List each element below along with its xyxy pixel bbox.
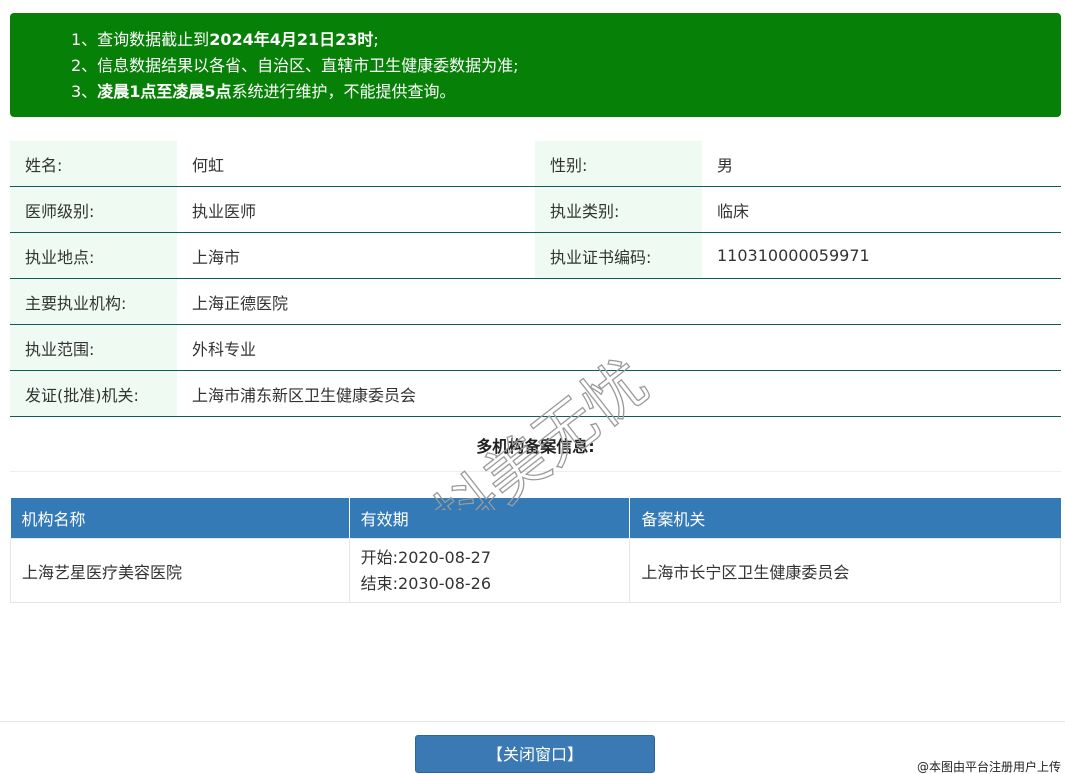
notice-banner: 1、查询数据截止到2024年4月21日23时; 2、信息数据结果以各省、自治区、… — [10, 13, 1061, 117]
validity-start: 开始:2020-08-27 — [360, 547, 492, 567]
notice-line-3: 3、凌晨1点至凌晨5点系统进行维护，不能提供查询。 — [71, 79, 1061, 105]
footer-divider — [0, 721, 1065, 722]
doctor-info-page: 1、查询数据截止到2024年4月21日23时; 2、信息数据结果以各省、自治区、… — [0, 0, 1065, 774]
source-note: @本图由平台注册用户上传 — [916, 760, 1061, 774]
issuer-value: 上海市浦东新区卫生健康委员会 — [177, 370, 1061, 417]
location-value: 上海市 — [177, 232, 535, 279]
category-label: 执业类别: — [535, 186, 702, 233]
orgs-header-row: 机构名称 有效期 备案机关 — [10, 498, 1061, 539]
header-org-name: 机构名称 — [10, 498, 350, 539]
notice-cutoff-date: 2024年4月21日23时 — [209, 30, 374, 49]
gender-label: 性别: — [535, 141, 702, 187]
info-row-org: 主要执业机构: 上海正德医院 — [10, 278, 1061, 325]
issuer-label: 发证(批准)机关: — [10, 370, 177, 417]
info-row-issuer: 发证(批准)机关: 上海市浦东新区卫生健康委员会 — [10, 370, 1061, 417]
org-label: 主要执业机构: — [10, 278, 177, 325]
validity-end: 结束:2030-08-26 — [360, 573, 492, 593]
notice-line-1-suffix: ; — [373, 30, 379, 49]
name-label: 姓名: — [10, 141, 177, 187]
table-row: 上海艺星医疗美容医院 开始:2020-08-27 结束:2030-08-26 上… — [10, 538, 1061, 603]
multi-org-table: 机构名称 有效期 备案机关 上海艺星医疗美容医院 开始:2020-08-27 结… — [10, 498, 1061, 603]
header-validity: 有效期 — [349, 498, 631, 539]
location-label: 执业地点: — [10, 232, 177, 279]
level-label: 医师级别: — [10, 186, 177, 233]
close-window-button[interactable]: 【关闭窗口】 — [415, 735, 655, 773]
org-value: 上海正德医院 — [177, 278, 1061, 325]
info-row-location: 执业地点: 上海市 执业证书编码: 110310000059971 — [10, 232, 1061, 279]
info-row-scope: 执业范围: 外科专业 — [10, 324, 1061, 371]
level-value: 执业医师 — [177, 186, 535, 233]
header-authority: 备案机关 — [629, 498, 1061, 539]
notice-line-2: 2、信息数据结果以各省、自治区、直辖市卫生健康委数据为准; — [71, 56, 519, 75]
notice-line-3-prefix: 3、 — [71, 82, 98, 101]
notice-maintenance-hours: 凌晨1点至凌晨5点 — [97, 82, 232, 101]
gender-value: 男 — [702, 141, 1061, 187]
multi-org-title: 多机构备案信息: — [10, 423, 1061, 472]
category-value: 临床 — [702, 186, 1061, 233]
authority-cell: 上海市长宁区卫生健康委员会 — [629, 538, 1061, 603]
cert-label: 执业证书编码: — [535, 232, 702, 279]
org-name-cell: 上海艺星医疗美容医院 — [10, 538, 350, 603]
cert-value: 110310000059971 — [702, 232, 1061, 279]
scope-label: 执业范围: — [10, 324, 177, 371]
info-row-level: 医师级别: 执业医师 执业类别: 临床 — [10, 186, 1061, 233]
scope-value: 外科专业 — [177, 324, 1061, 371]
name-value: 何虹 — [177, 141, 535, 187]
notice-line-1-prefix: 1、查询数据截止到 — [71, 30, 210, 49]
notice-line-3-suffix: 系统进行维护，不能提供查询。 — [231, 82, 456, 101]
info-row-name: 姓名: 何虹 性别: 男 — [10, 141, 1061, 187]
validity-cell: 开始:2020-08-27 结束:2030-08-26 — [348, 538, 631, 603]
doctor-info-table: 姓名: 何虹 性别: 男 医师级别: 执业医师 执业类别: 临床 执业地点: 上… — [10, 141, 1061, 417]
notice-line-1: 1、查询数据截止到2024年4月21日23时; — [71, 27, 1061, 53]
